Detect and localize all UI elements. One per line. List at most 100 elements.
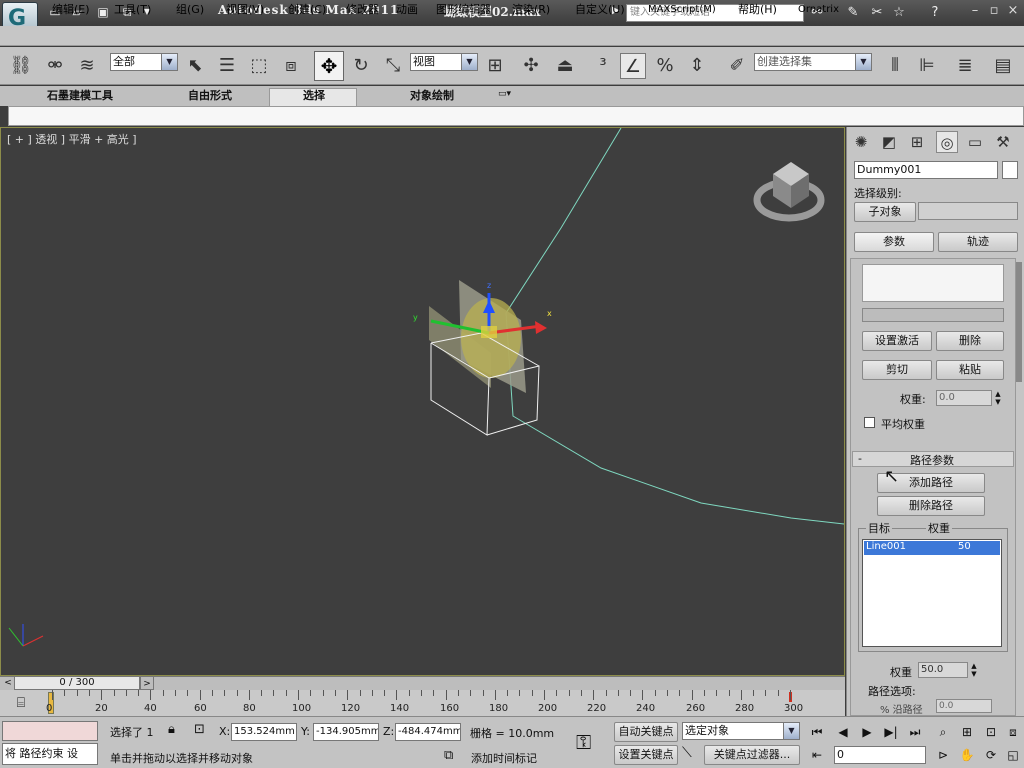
- unlink-selection-icon[interactable]: ⚮: [42, 53, 68, 79]
- utilities-tab-icon[interactable]: ⚒: [992, 131, 1014, 153]
- time-slider-next-button[interactable]: >: [140, 676, 154, 690]
- sub-object-button[interactable]: 子对象: [854, 202, 916, 222]
- modify-tab-icon[interactable]: ◩: [878, 131, 900, 153]
- pan-view-icon[interactable]: ✋: [958, 746, 976, 764]
- path-percent-spinner[interactable]: 0.0: [936, 699, 992, 713]
- ribbon-tab-freeform[interactable]: 自由形式: [170, 88, 250, 104]
- delete-button[interactable]: 删除: [936, 331, 1004, 351]
- display-tab-icon[interactable]: ▭: [964, 131, 986, 153]
- zoom-icon[interactable]: ⌕: [934, 723, 952, 741]
- menu-create[interactable]: 创建(C): [288, 2, 326, 18]
- paste-button[interactable]: 粘贴: [936, 360, 1004, 380]
- target-list[interactable]: [862, 539, 1002, 647]
- key-filters-button[interactable]: 关键点过滤器...: [704, 745, 800, 765]
- current-frame-field[interactable]: 0: [834, 746, 926, 764]
- pivot-point-center-icon[interactable]: ⊞: [482, 53, 508, 79]
- go-to-start-icon[interactable]: ⏮: [808, 723, 826, 741]
- weight-spinner-arrows-icon[interactable]: ▲ ▼: [992, 390, 1004, 406]
- x-coordinate-field[interactable]: 153.524mm: [231, 723, 297, 741]
- percent-snap-icon[interactable]: %: [652, 53, 678, 79]
- set-key-button[interactable]: 设置关键点: [614, 745, 678, 765]
- minimize-window-icon[interactable]: –: [966, 2, 984, 20]
- absolute-mode-icon[interactable]: ⊡: [194, 722, 205, 737]
- bind-to-space-warp-icon[interactable]: ≋: [74, 53, 100, 79]
- layer-manager-icon[interactable]: ≣: [952, 53, 978, 79]
- mini-curve-editor-icon[interactable]: ⌸: [10, 693, 32, 713]
- help-icon[interactable]: ?: [926, 4, 944, 22]
- close-window-icon[interactable]: ×: [1004, 2, 1022, 20]
- menu-animation[interactable]: 动画: [396, 2, 418, 18]
- save-file-icon[interactable]: ▣: [96, 5, 110, 19]
- ribbon-tab-selection[interactable]: 选择: [274, 88, 354, 104]
- keyboard-shortcut-override-icon[interactable]: ⏏: [552, 53, 578, 79]
- hierarchy-tab-icon[interactable]: ⊞: [906, 131, 928, 153]
- menu-tools[interactable]: 工具(T): [114, 2, 151, 18]
- menu-ornatrix[interactable]: Ornatrix: [798, 2, 839, 18]
- communication-icon[interactable]: ✂: [868, 4, 886, 22]
- menu-edit[interactable]: 编辑(E): [52, 2, 90, 18]
- create-tab-icon[interactable]: ✺: [850, 131, 872, 153]
- select-and-link-icon[interactable]: ⛓: [8, 53, 34, 79]
- go-to-end-icon[interactable]: ⏭: [906, 723, 924, 741]
- select-and-scale-icon[interactable]: ⤡: [380, 53, 406, 79]
- favorites-star-icon[interactable]: ☆: [890, 4, 908, 22]
- time-slider-prev-button[interactable]: <: [2, 676, 14, 690]
- menu-rendering[interactable]: 渲染(R): [512, 2, 550, 18]
- z-coordinate-field[interactable]: -484.474mm: [395, 723, 461, 741]
- select-by-name-icon[interactable]: ☰: [214, 53, 240, 79]
- y-coordinate-field[interactable]: -134.905mm: [313, 723, 379, 741]
- menu-maxscript[interactable]: MAXScript(M): [648, 2, 716, 18]
- reference-coordinate-dropdown[interactable]: 视图 ▼: [410, 53, 478, 71]
- delete-path-button[interactable]: 删除路径: [877, 496, 985, 516]
- zoom-all-icon[interactable]: ⊞: [958, 723, 976, 741]
- default-tangent-icon[interactable]: ⟍: [682, 745, 692, 761]
- ribbon-tab-object-paint[interactable]: 对象绘制: [382, 88, 482, 104]
- zoom-extents-icon[interactable]: ⊡: [982, 723, 1000, 741]
- menu-group[interactable]: 组(G): [176, 2, 204, 18]
- menu-modifiers[interactable]: 修改器: [346, 2, 379, 18]
- set-active-button[interactable]: 设置激活: [862, 331, 932, 351]
- trajectories-tab-button[interactable]: 轨迹: [938, 232, 1018, 252]
- weight2-spinner[interactable]: 50.0: [918, 662, 968, 678]
- selection-lock-icon[interactable]: 🔒︎: [168, 722, 175, 737]
- menu-views[interactable]: 视图(V): [226, 2, 264, 18]
- average-weight-checkbox[interactable]: [864, 417, 875, 428]
- align-icon[interactable]: ⊫: [914, 53, 940, 79]
- set-key-icon[interactable]: ⚿: [576, 730, 591, 754]
- key-mode-dropdown[interactable]: 选定对象 ▼: [682, 722, 800, 740]
- object-name-field[interactable]: Dummy001: [854, 161, 998, 179]
- spinner-snap-icon[interactable]: ⇕: [684, 53, 710, 79]
- field-of-view-icon[interactable]: ⊳: [934, 746, 952, 764]
- restore-window-icon[interactable]: ▫: [985, 2, 1003, 20]
- mirror-icon[interactable]: ⫴: [882, 53, 908, 79]
- perspective-viewport[interactable]: [ + ] 透视 ] 平滑 + 高光 ] z x y: [0, 127, 845, 676]
- add-time-tag[interactable]: 添加时间标记: [471, 750, 537, 766]
- orbit-icon[interactable]: ⟳: [982, 746, 1000, 764]
- weight-spinner[interactable]: 0.0: [936, 390, 992, 406]
- menu-graph-editors[interactable]: 图形编辑器: [436, 2, 491, 18]
- maximize-viewport-icon[interactable]: ◱: [1004, 746, 1022, 764]
- select-and-manipulate-icon[interactable]: ✣: [518, 53, 544, 79]
- time-tag-icon[interactable]: ⧉: [444, 748, 453, 763]
- time-slider-handle[interactable]: 0 / 300: [14, 676, 140, 690]
- select-and-rotate-icon[interactable]: ↻: [348, 53, 374, 79]
- cut-button[interactable]: 剪切: [862, 360, 932, 380]
- selection-filter-dropdown[interactable]: 全部 ▼: [110, 53, 178, 71]
- named-selection-dropdown[interactable]: 创建选择集 ▼: [754, 53, 872, 71]
- panel-scrollbar[interactable]: [1016, 262, 1022, 382]
- sub-object-dropdown[interactable]: [918, 202, 1018, 220]
- tools-icon[interactable]: ✎: [844, 4, 862, 22]
- maxscript-listener-mini[interactable]: [2, 721, 98, 741]
- angle-snap-icon[interactable]: ∠: [620, 53, 646, 79]
- select-and-move-button[interactable]: ✥: [314, 51, 344, 81]
- parameters-tab-button[interactable]: 参数: [854, 232, 934, 252]
- snaps-toggle-icon[interactable]: ³: [590, 53, 616, 79]
- graphite-toggle-icon[interactable]: ▤: [990, 53, 1016, 79]
- ribbon-options-icon[interactable]: ▭▾: [498, 89, 511, 99]
- play-icon[interactable]: ▶: [858, 723, 876, 741]
- motion-tab-icon[interactable]: ◎: [936, 131, 958, 153]
- edit-named-selection-icon[interactable]: ✐: [724, 53, 750, 79]
- ribbon-tab-graphite[interactable]: 石墨建模工具: [30, 88, 130, 104]
- window-crossing-icon[interactable]: ⧈: [278, 53, 304, 79]
- menu-customize[interactable]: 自定义(U): [575, 2, 625, 18]
